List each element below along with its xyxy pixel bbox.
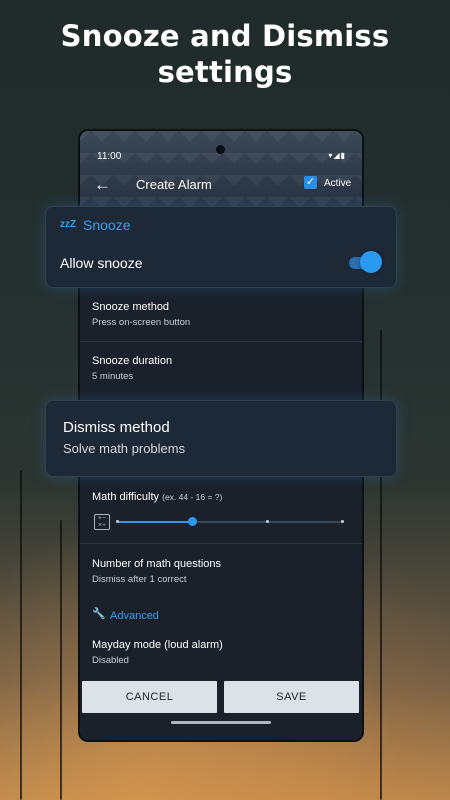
grass-stalk [20, 470, 22, 800]
snooze-method-row[interactable]: Snooze method Press on-screen button [80, 291, 362, 341]
math-difficulty-label: Math difficulty [92, 491, 160, 503]
math-difficulty-title: Math difficulty (ex. 44 - 16 = ?) [92, 491, 222, 503]
advanced-section: 🔧 Advanced [80, 605, 362, 625]
mayday-value: Disabled [92, 655, 129, 666]
gesture-nav-bar[interactable] [171, 721, 271, 724]
dismiss-method-value: Solve math problems [63, 441, 186, 456]
snooze-duration-row[interactable]: Snooze duration 5 minutes [80, 345, 362, 395]
cancel-button[interactable]: CANCEL [82, 681, 217, 713]
calculator-icon: +− ×÷ [94, 514, 110, 530]
headline: Snooze and Dismiss settings [60, 19, 390, 89]
wrench-icon: 🔧 [92, 608, 106, 620]
snooze-duration-title: Snooze duration [92, 355, 173, 367]
camera-icon [216, 145, 225, 154]
math-difficulty-hint: (ex. 44 - 16 = ?) [162, 492, 223, 502]
difficulty-slider-thumb[interactable] [188, 517, 197, 526]
math-questions-title: Number of math questions [92, 558, 222, 570]
slider-tick [266, 520, 269, 523]
dismiss-method-title: Dismiss method [63, 419, 170, 436]
divider [80, 543, 362, 544]
allow-snooze-label: Allow snooze [60, 255, 143, 271]
toggle-thumb[interactable] [360, 251, 382, 273]
difficulty-slider-fill [117, 521, 192, 523]
snooze-method-value: Press on-screen button [92, 317, 191, 328]
snooze-title: Snooze [83, 217, 131, 233]
snooze-method-title: Snooze method [92, 301, 170, 313]
back-arrow-icon[interactable]: ← [94, 175, 111, 195]
status-time: 11:00 [97, 151, 122, 162]
snooze-zzz-icon: zzZ [60, 219, 77, 230]
snooze-card: zzZ Snooze Allow snooze [45, 206, 397, 288]
status-icons: ▾◢▮ [328, 151, 346, 160]
slider-tick [341, 520, 344, 523]
page-title: Create Alarm [136, 177, 212, 192]
mayday-row[interactable]: Mayday mode (loud alarm) Disabled [80, 631, 362, 671]
app-header-background [80, 131, 362, 208]
mayday-title: Mayday mode (loud alarm) [92, 639, 223, 651]
active-checkbox[interactable]: ✓ [304, 176, 317, 189]
math-questions-value: Dismiss after 1 correct [92, 574, 187, 585]
active-label: Active [324, 178, 352, 189]
dismiss-method-card[interactable]: Dismiss method Solve math problems [45, 400, 397, 477]
advanced-label: Advanced [110, 610, 159, 622]
slider-tick [116, 520, 119, 523]
math-questions-row[interactable]: Number of math questions Dismiss after 1… [80, 549, 362, 589]
snooze-duration-value: 5 minutes [92, 371, 134, 382]
save-button[interactable]: SAVE [224, 681, 359, 713]
grass-stalk [60, 520, 62, 800]
divider [80, 341, 362, 342]
math-difficulty-row: Math difficulty (ex. 44 - 16 = ?) [80, 487, 362, 517]
